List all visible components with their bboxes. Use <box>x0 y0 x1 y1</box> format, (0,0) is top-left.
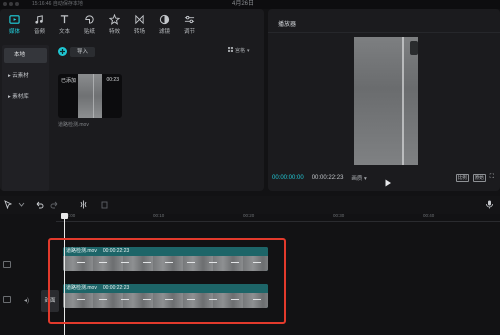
tick-label: 00:10 <box>153 213 165 218</box>
adjust-icon <box>184 13 196 25</box>
road-frame-image <box>78 74 102 118</box>
window-controls[interactable] <box>3 2 19 6</box>
added-badge: 已添加 <box>61 78 77 84</box>
player-panel: 播放器 00:00:00:00 00:00:22:23 画质 ▾ 比例 原始 ⛶ <box>268 9 500 191</box>
filter-icon <box>159 13 171 25</box>
tick-label: 00:30 <box>333 213 345 218</box>
player-title: 播放器 <box>278 22 297 28</box>
edit-toolbar <box>0 196 500 214</box>
titlebar-time: 15:16:46 自动保存本地 <box>32 1 83 7</box>
title-bar: 15:16:46 自动保存本地 4月26日 <box>0 0 500 9</box>
microphone-icon[interactable] <box>484 199 495 210</box>
tab-effects[interactable]: 特效 <box>102 9 127 39</box>
media-clip-filename: 道路检测.mov <box>58 122 89 128</box>
quality-dropdown[interactable]: 画质 ▾ <box>351 174 366 182</box>
sticker-icon <box>84 13 96 25</box>
audio-icon <box>34 13 46 25</box>
play-button[interactable] <box>384 174 392 187</box>
fullscreen-icon[interactable]: ⛶ <box>490 174 494 182</box>
import-button[interactable]: 导入 <box>58 46 96 57</box>
minimize-window-icon[interactable] <box>9 2 13 6</box>
clip-duration: 00:23 <box>106 77 119 83</box>
tab-audio[interactable]: 音频 <box>27 9 52 39</box>
video-preview[interactable] <box>354 37 418 165</box>
sidebar-item-cloud[interactable]: ▸ 云素材 <box>4 69 47 84</box>
titlebar-date: 4月26日 <box>232 1 255 7</box>
sidebar-item-library[interactable]: ▸ 素材库 <box>4 90 47 105</box>
divider <box>268 32 500 33</box>
track-icon <box>3 261 11 268</box>
import-label: 导入 <box>70 46 96 57</box>
tab-filter[interactable]: 滤镜 <box>152 9 177 39</box>
player-controls: 比例 原始 ⛶ <box>455 174 494 182</box>
split-icon[interactable] <box>78 199 89 210</box>
current-time: 00:00:00:00 <box>272 175 304 181</box>
plus-icon <box>58 47 67 56</box>
tab-text[interactable]: 文本 <box>52 9 77 39</box>
delete-icon[interactable] <box>99 199 110 210</box>
tab-media[interactable]: 媒体 <box>2 9 27 39</box>
parked-car <box>410 41 418 55</box>
chevron-down-icon[interactable] <box>16 199 27 210</box>
track-icon <box>3 296 11 303</box>
redo-icon[interactable] <box>49 199 60 210</box>
select-cursor-icon[interactable] <box>3 199 14 210</box>
ratio-button[interactable]: 比例 <box>455 174 469 182</box>
timeline-ruler[interactable]: 00:00 00:10 00:20 00:30 00:40 <box>56 213 500 222</box>
grid-icon <box>228 47 233 54</box>
text-icon <box>59 13 71 25</box>
tab-adjust[interactable]: 调节 <box>177 9 202 39</box>
close-window-icon[interactable] <box>3 2 7 6</box>
player-timecode: 00:00:00:00 00:00:22:23 画质 ▾ <box>272 174 367 182</box>
maximize-window-icon[interactable] <box>15 2 19 6</box>
transition-icon <box>134 13 146 25</box>
effects-star-icon <box>109 13 121 25</box>
tick-label: 00:40 <box>423 213 435 218</box>
play-icon <box>385 179 391 187</box>
sidebar-item-local[interactable]: 本地 <box>4 48 47 63</box>
undo-icon[interactable] <box>34 199 45 210</box>
media-sidebar: 本地 ▸ 云素材 ▸ 素材库 <box>2 45 49 191</box>
view-mode-dropdown[interactable]: 宫格 ▾ <box>228 47 250 54</box>
highlight-box <box>48 238 286 324</box>
tab-sticker[interactable]: 贴纸 <box>77 9 102 39</box>
original-button[interactable]: 原始 <box>472 174 486 182</box>
tab-transition[interactable]: 转场 <box>127 9 152 39</box>
asset-toolbar: 媒体 音频 文本 贴纸 特效 转场 滤镜 调节 <box>0 9 264 39</box>
total-time: 00:00:22:23 <box>311 175 344 181</box>
mute-icon[interactable]: ◂) <box>24 297 29 304</box>
media-panel: 媒体 音频 文本 贴纸 特效 转场 滤镜 调节 本地 ▸ 云素材 ▸ 素材库 导… <box>0 9 264 191</box>
chevron-down-icon: ▾ <box>247 47 250 54</box>
media-play-icon <box>9 13 21 25</box>
lane-marking <box>402 37 404 165</box>
tick-label: 00:20 <box>243 213 255 218</box>
media-clip-thumbnail[interactable]: 已添加 00:23 <box>58 74 122 118</box>
